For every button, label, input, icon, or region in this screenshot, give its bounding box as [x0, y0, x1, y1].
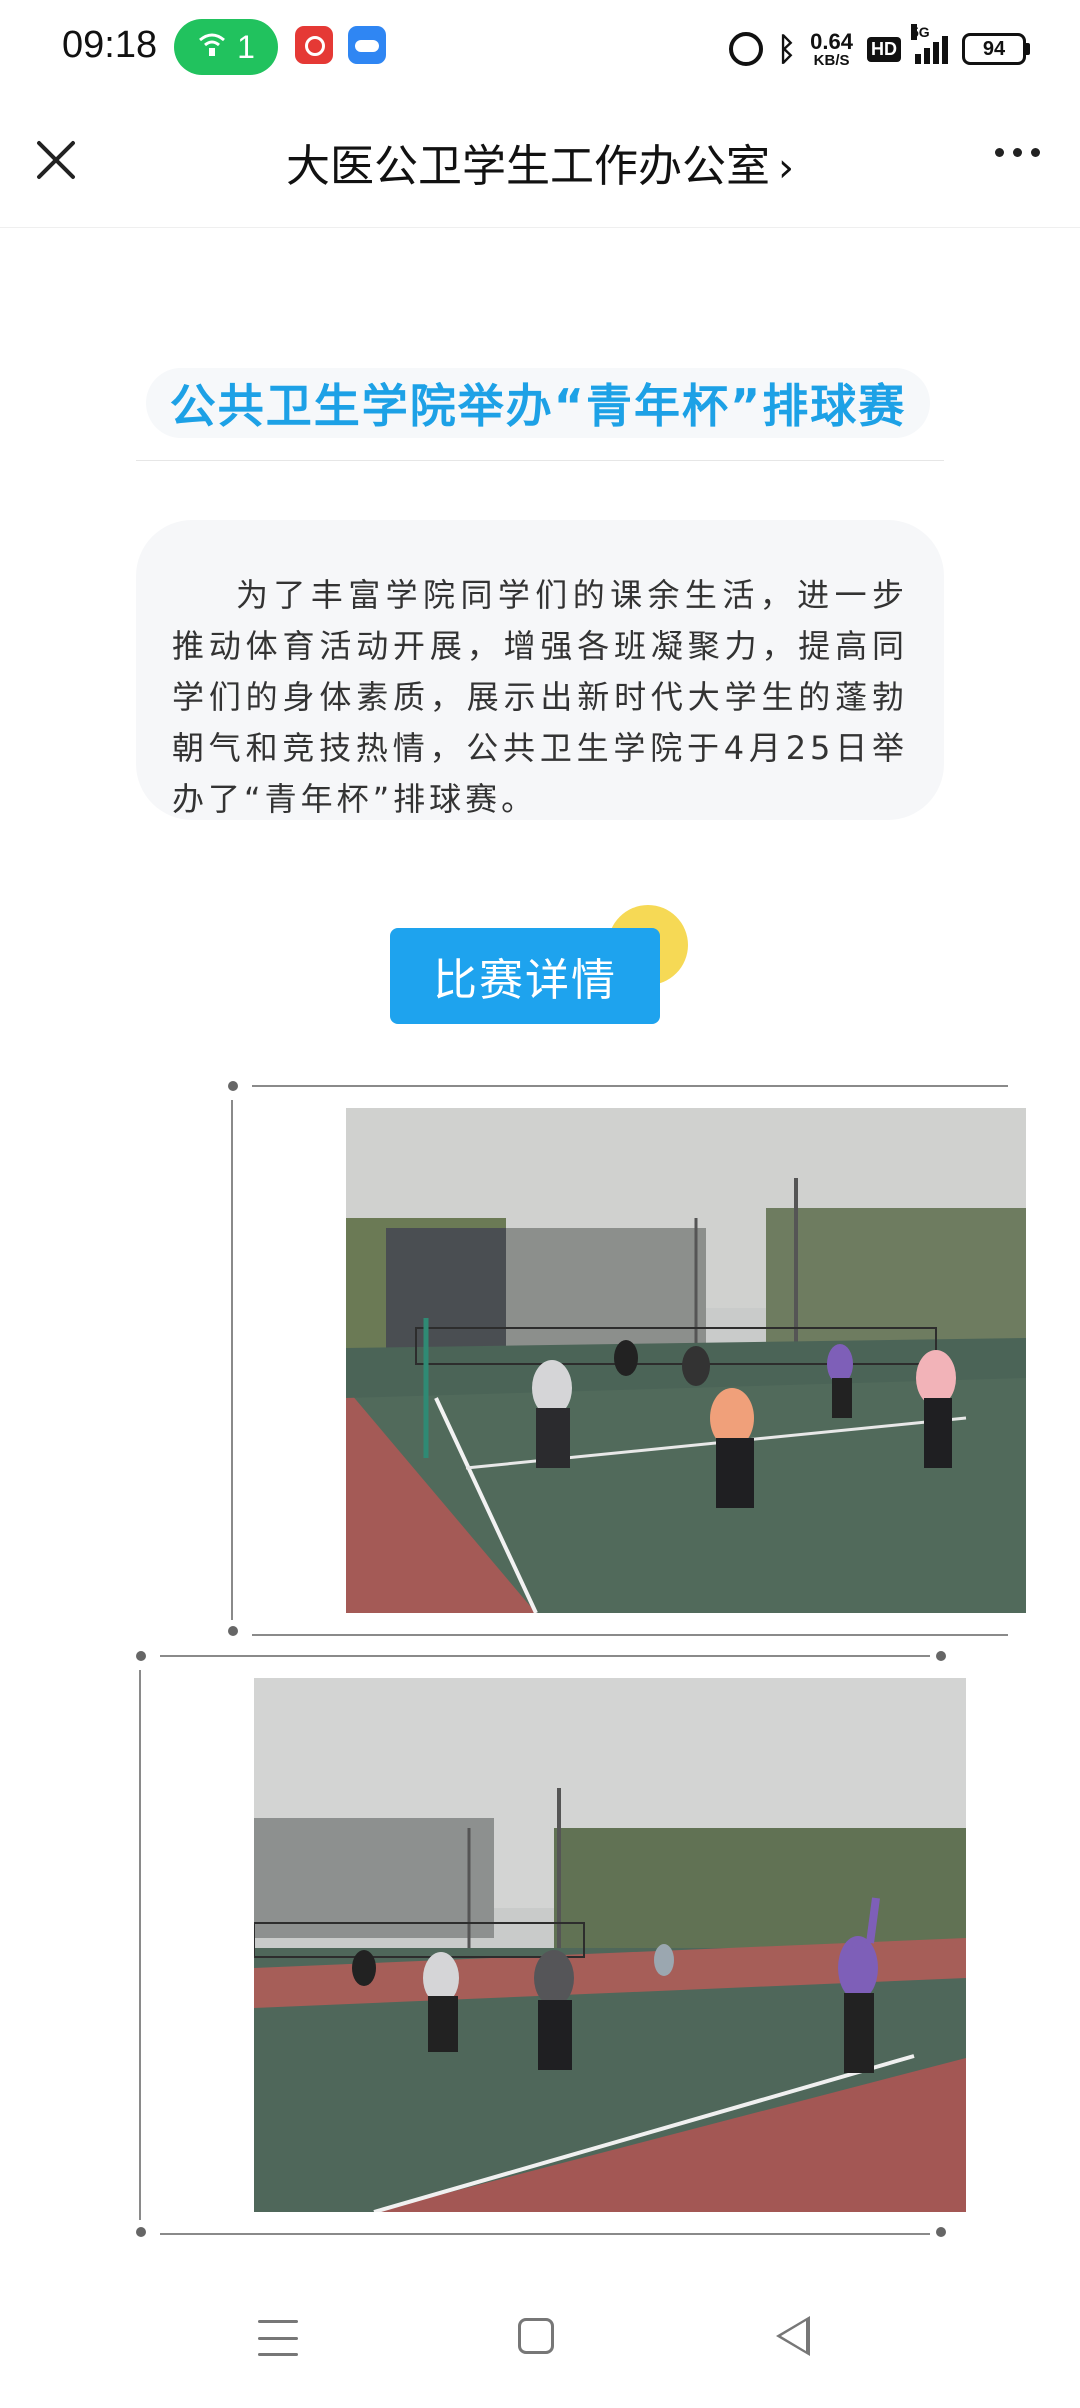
chevron-right-icon: › [778, 145, 794, 191]
hotspot-icon [197, 29, 227, 66]
frame-line [160, 2233, 930, 2235]
frame-corner [936, 2227, 946, 2237]
volleyball-match-photo-1[interactable] [346, 1108, 1026, 1613]
frame-corner [228, 1626, 238, 1636]
frame-corner [136, 1651, 146, 1661]
match-details-button[interactable]: 比赛详情 [390, 928, 660, 1024]
weather-app-icon [348, 26, 386, 64]
battery-level: 94 [962, 33, 1026, 65]
status-time: 09:18 [62, 24, 158, 66]
frame-line [139, 1670, 141, 2220]
network-speed-unit: KB/S [813, 51, 850, 69]
account-name: 大医公卫学生工作办公室 [286, 141, 770, 192]
home-icon[interactable] [518, 2318, 554, 2354]
hotspot-count: 1 [237, 28, 255, 65]
network-type: 5G [911, 24, 930, 40]
alarm-icon [728, 32, 763, 66]
battery-icon: 94 [962, 33, 1030, 65]
frame-corner [936, 1651, 946, 1661]
headline-banner: 公共卫生学院举办“青年杯”排球赛 [146, 368, 930, 438]
recent-apps-icon[interactable] [258, 2320, 298, 2356]
frame-line [160, 1655, 930, 1657]
back-icon[interactable] [776, 2316, 810, 2356]
intro-paragraph: 为了丰富学院同学们的课余生活，进一步推动体育活动开展，增强各班凝聚力，提高同学们… [172, 576, 908, 818]
frame-line [252, 1634, 1008, 1636]
hotspot-indicator[interactable]: 1 [174, 19, 278, 75]
signal-icon: 5G [911, 24, 948, 64]
status-bar: 09:18 1 ᛒ 0.64 KB/S HD 5G 94 [0, 0, 1080, 100]
app-bar: 大医公卫学生工作办公室 › [0, 100, 1080, 228]
more-options-icon[interactable] [995, 148, 1040, 157]
account-title[interactable]: 大医公卫学生工作办公室 › [0, 130, 1080, 194]
volleyball-match-photo-2[interactable] [254, 1678, 966, 2212]
bluetooth-icon: ᛒ [776, 30, 797, 67]
frame-line [252, 1085, 1008, 1087]
status-right-group: ᛒ 0.64 KB/S HD 5G 94 [728, 24, 1030, 74]
system-nav-bar [0, 2290, 1080, 2408]
network-speed: 0.64 KB/S [810, 28, 853, 69]
network-speed-value: 0.64 [810, 28, 853, 54]
frame-corner [228, 1081, 238, 1091]
frame-line [231, 1100, 233, 1620]
divider [136, 460, 944, 461]
article-headline: 公共卫生学院举办“青年杯”排球赛 [169, 379, 907, 433]
music-app-icon [295, 26, 333, 64]
frame-corner [136, 2227, 146, 2237]
hd-badge: HD [867, 36, 901, 62]
